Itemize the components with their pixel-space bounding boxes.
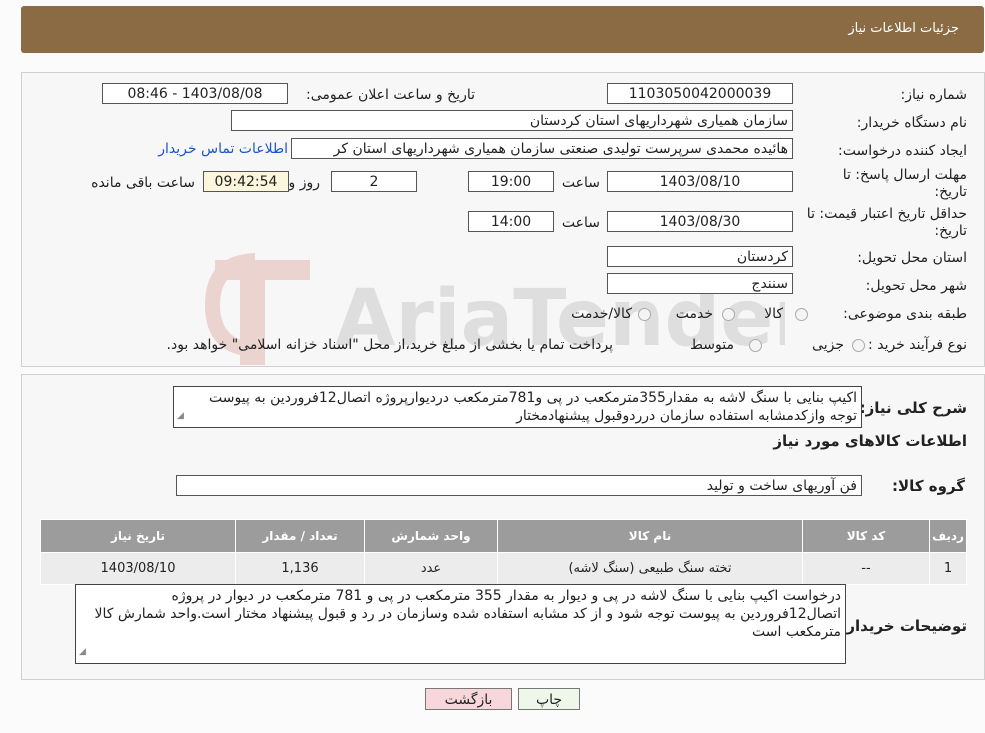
days-label: روز و bbox=[288, 175, 321, 191]
summary-text-content: اکیپ بنایی با سنگ لاشه به مقدار355مترمکع… bbox=[209, 390, 857, 424]
buyer-notes-text: درخواست اکیپ بنایی با سنگ لاشه در پی و د… bbox=[75, 584, 846, 664]
summary-label: شرح کلی نیاز: bbox=[859, 399, 967, 417]
process-option-minor: جزیی bbox=[812, 337, 844, 353]
creator-field: هائیده محمدی سرپرست تولیدی صنعتی سازمان … bbox=[291, 138, 793, 159]
summary-text: اکیپ بنایی با سنگ لاشه به مقدار355مترمکع… bbox=[173, 386, 862, 428]
announce-field: 1403/08/08 - 08:46 bbox=[102, 83, 288, 104]
goods-group-label: گروه کالا: bbox=[892, 477, 965, 495]
remaining-time-field: 09:42:54 bbox=[203, 171, 289, 192]
creator-label: ایجاد کننده درخواست: bbox=[838, 143, 967, 159]
buyer-org-label: نام دستگاه خریدار: bbox=[856, 115, 967, 131]
remaining-label: ساعت باقی مانده bbox=[91, 175, 195, 191]
col-quantity: تعداد / مقدار bbox=[235, 519, 365, 553]
buyer-notes-content: درخواست اکیپ بنایی با سنگ لاشه در پی و د… bbox=[94, 588, 841, 640]
table-row: 1 -- تخته سنگ طبیعی (سنگ لاشه) عدد 1,136… bbox=[40, 552, 967, 585]
deadline-time-label: ساعت bbox=[561, 175, 600, 191]
validity-label-line1: حداقل تاریخ اعتبار قیمت: تا bbox=[806, 206, 967, 222]
days-field: 2 bbox=[331, 171, 417, 192]
process-radio-medium[interactable] bbox=[749, 339, 762, 352]
buyer-contact-link[interactable]: اطلاعات تماس خریدار bbox=[158, 141, 288, 157]
col-code: کد کالا bbox=[802, 519, 930, 553]
goods-group-field: فن آوریهای ساخت و تولید bbox=[176, 475, 862, 496]
cell-date: 1403/08/10 bbox=[40, 552, 236, 585]
validity-date-field: 1403/08/30 bbox=[607, 211, 793, 232]
deadline-label-line2: تاریخ: bbox=[934, 184, 967, 200]
back-button[interactable]: بازگشت bbox=[425, 688, 512, 710]
process-radio-minor[interactable] bbox=[852, 339, 865, 352]
deadline-label-line1: مهلت ارسال پاسخ: تا bbox=[842, 167, 967, 183]
buyer-org-field: سازمان همیاری شهرداریهای استان کردستان bbox=[231, 110, 793, 131]
category-option-goods-service: کالا/خدمت bbox=[571, 306, 632, 322]
col-row: ردیف bbox=[929, 519, 967, 553]
buyer-notes-label: توضیحات خریدار: bbox=[840, 617, 967, 635]
col-date: تاریخ نیاز bbox=[40, 519, 236, 553]
deadline-date-field: 1403/08/10 bbox=[607, 171, 793, 192]
announce-label: تاریخ و ساعت اعلان عمومی: bbox=[306, 87, 475, 103]
category-radio-service[interactable] bbox=[722, 308, 735, 321]
validity-label-line2: تاریخ: bbox=[934, 223, 967, 239]
page-title: جزئیات اطلاعات نیاز bbox=[848, 21, 959, 36]
cell-row: 1 bbox=[929, 552, 967, 585]
validity-time-label: ساعت bbox=[561, 215, 600, 231]
cell-unit: عدد bbox=[364, 552, 498, 585]
province-label: استان محل تحویل: bbox=[857, 250, 967, 266]
col-unit: واحد شمارش bbox=[364, 519, 498, 553]
resize-grip-icon[interactable]: ◢ bbox=[177, 407, 184, 425]
process-note: پرداخت تمام یا بخشی از مبلغ خرید،از محل … bbox=[166, 337, 613, 353]
category-option-service: خدمت bbox=[675, 306, 713, 322]
process-option-medium: متوسط bbox=[690, 337, 734, 353]
need-number-label: شماره نیاز: bbox=[900, 87, 968, 103]
process-label: نوع فرآیند خرید : bbox=[868, 337, 967, 353]
cell-name: تخته سنگ طبیعی (سنگ لاشه) bbox=[497, 552, 803, 585]
category-label: طبقه بندی موضوعی: bbox=[843, 306, 967, 322]
page-header: جزئیات اطلاعات نیاز bbox=[21, 6, 984, 53]
city-label: شهر محل تحویل: bbox=[865, 278, 967, 294]
category-radio-goods-service[interactable] bbox=[638, 308, 651, 321]
print-button[interactable]: چاپ bbox=[518, 688, 580, 710]
col-name: نام کالا bbox=[497, 519, 803, 553]
validity-time-field: 14:00 bbox=[468, 211, 554, 232]
category-radio-goods[interactable] bbox=[795, 308, 808, 321]
province-field: کردستان bbox=[607, 246, 793, 267]
goods-section-title: اطلاعات کالاهای مورد نیاز bbox=[773, 432, 967, 450]
city-field: سنندج bbox=[607, 273, 793, 294]
resize-grip-icon[interactable]: ◢ bbox=[79, 643, 86, 661]
category-option-goods: کالا bbox=[764, 306, 783, 322]
deadline-time-field: 19:00 bbox=[468, 171, 554, 192]
need-number-field: 1103050042000039 bbox=[607, 83, 793, 104]
cell-code: -- bbox=[802, 552, 930, 585]
cell-quantity: 1,136 bbox=[235, 552, 365, 585]
table-header-row: ردیف کد کالا نام کالا واحد شمارش تعداد /… bbox=[40, 519, 967, 553]
goods-table: ردیف کد کالا نام کالا واحد شمارش تعداد /… bbox=[40, 519, 967, 585]
